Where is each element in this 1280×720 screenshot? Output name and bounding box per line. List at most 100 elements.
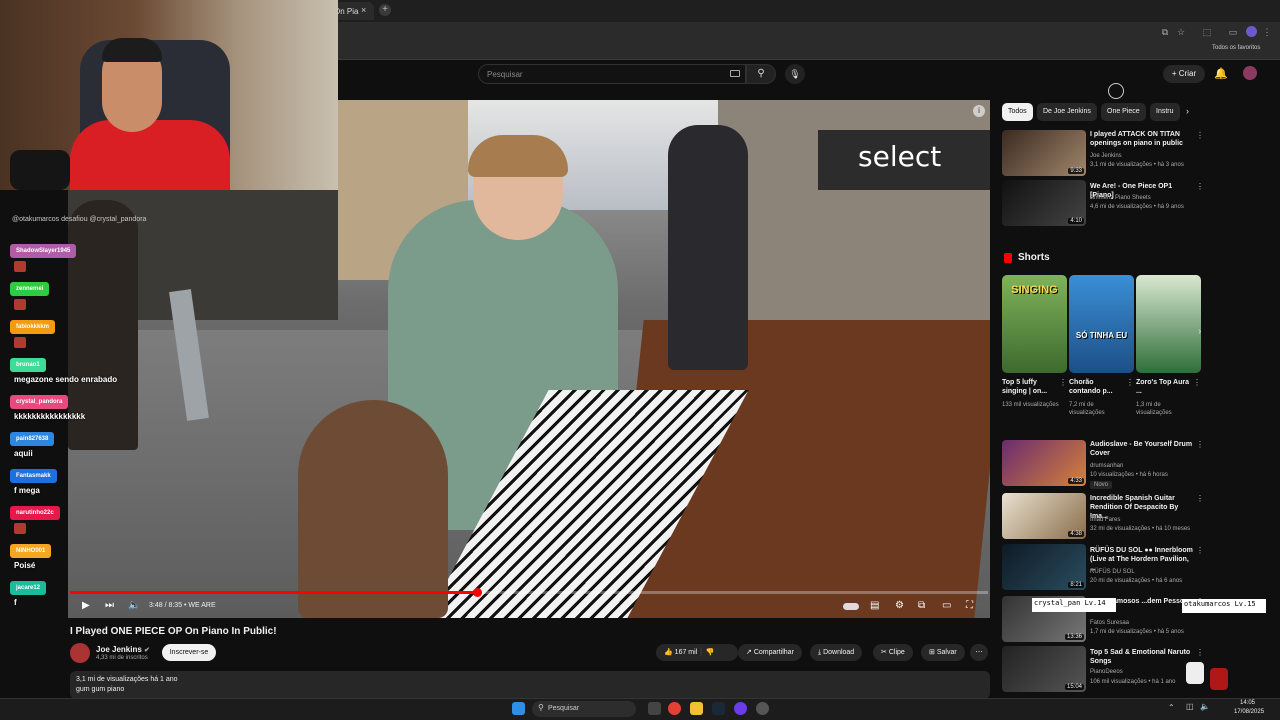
taskbar-search[interactable]: Pesquisar	[532, 701, 636, 717]
related-channel[interactable]: Animenz Piano Sheets	[1090, 194, 1200, 202]
chat-username[interactable]: jacare12	[10, 581, 47, 595]
chip-all[interactable]: Todos	[1002, 103, 1033, 121]
chat-username[interactable]: pain827638	[10, 432, 55, 446]
more-actions-button[interactable]: ⋯	[970, 644, 988, 661]
task-view-icon[interactable]	[648, 702, 661, 715]
related-thumbnail[interactable]: 9:33	[1002, 130, 1086, 176]
extensions-icon[interactable]: ⬚	[1202, 27, 1212, 37]
related-thumbnail[interactable]: 4:10	[1002, 180, 1086, 226]
more-vert-icon[interactable]: ⋮	[1059, 378, 1067, 387]
all-bookmarks-link[interactable]: Todos os favoritos	[1212, 45, 1260, 51]
autoplay-toggle[interactable]	[843, 603, 859, 610]
file-explorer-icon[interactable]	[690, 702, 703, 715]
speaker-icon[interactable]: 🔈	[1200, 702, 1210, 711]
more-vert-icon[interactable]: ⋮	[1193, 378, 1201, 387]
chat-username[interactable]: crystal_pandora	[10, 395, 69, 409]
next-video-icon[interactable]: ⏭	[105, 600, 114, 611]
short-title[interactable]: Chorão contando p...	[1069, 378, 1125, 396]
taskbar-clock[interactable]: 14:05	[1240, 700, 1255, 706]
chat-username[interactable]: narutinho22c	[10, 506, 60, 520]
related-title[interactable]: I played ATTACK ON TITAN openings on pia…	[1090, 130, 1194, 148]
cast-icon[interactable]: ⧉	[1160, 27, 1170, 37]
volume-icon[interactable]: 🔈	[128, 600, 140, 611]
related-channel[interactable]: drumsanhan	[1090, 462, 1200, 470]
chip-instrumental[interactable]: Instru	[1150, 103, 1180, 121]
related-title[interactable]: Audioslave - Be Yourself Drum Cover	[1090, 440, 1194, 458]
channel-avatar[interactable]	[70, 643, 90, 663]
more-vert-icon[interactable]: ⋮	[1196, 546, 1204, 555]
steam-icon[interactable]	[712, 702, 725, 715]
related-channel[interactable]: PianoDeeos	[1090, 668, 1200, 676]
close-tab-icon[interactable]: ×	[361, 5, 366, 15]
voice-search-button[interactable]: 🎙	[785, 64, 805, 84]
browser-profile-avatar[interactable]	[1246, 26, 1257, 37]
clip-button[interactable]: ✂ Clipe	[873, 644, 913, 661]
chevron-right-icon[interactable]: ›	[1186, 106, 1189, 116]
chat-username[interactable]: fabiokkkkm	[10, 320, 56, 334]
fullscreen-icon[interactable]: ⛶	[966, 600, 973, 611]
obs-icon[interactable]	[734, 702, 747, 715]
like-dislike-group[interactable]: 👍 167 mil │ 👎	[656, 644, 738, 661]
more-vert-icon[interactable]: ⋮	[1126, 378, 1134, 387]
short-thumbnail[interactable]: SINGING	[1002, 275, 1067, 373]
network-icon[interactable]: ◫	[1186, 702, 1194, 711]
play-icon[interactable]: ▶	[82, 600, 90, 611]
info-icon[interactable]: i	[973, 105, 985, 117]
short-title[interactable]: Zoro's Top Aura ...	[1136, 378, 1192, 396]
chat-username[interactable]: brunao1	[10, 358, 46, 372]
create-button[interactable]: + Criar	[1163, 65, 1205, 83]
more-vert-icon[interactable]: ⋮	[1196, 494, 1204, 503]
description-box[interactable]	[70, 671, 990, 699]
related-thumbnail[interactable]: 4:33	[1002, 440, 1086, 486]
related-title[interactable]: Top 5 Sad & Emotional Naruto Songs	[1090, 648, 1194, 666]
related-thumbnail[interactable]: 4:38	[1002, 493, 1086, 539]
miniplayer-icon[interactable]: ⧉	[918, 600, 925, 611]
subscribe-button[interactable]: Inscrever-se	[162, 644, 216, 661]
windows-start-icon[interactable]	[512, 702, 525, 715]
chip-one-piece[interactable]: One Piece	[1101, 103, 1146, 121]
thumbs-down-icon[interactable]: 👎	[706, 649, 715, 656]
more-vert-icon[interactable]: ⋮	[1196, 182, 1204, 191]
settings-gear-icon[interactable]: ⚙	[895, 600, 904, 611]
more-vert-icon[interactable]: ⋮	[1196, 648, 1204, 657]
chat-username[interactable]: NINHO001	[10, 544, 52, 558]
notifications-bell-icon[interactable]: 🔔	[1214, 67, 1228, 80]
short-title[interactable]: Top 5 luffy singing | on...	[1002, 378, 1058, 396]
search-button[interactable]: ⚲	[746, 64, 776, 84]
related-channel[interactable]: Imad Fares	[1090, 516, 1200, 524]
taskbar-date[interactable]: 17/08/2025	[1234, 709, 1264, 715]
browser-menu-icon[interactable]: ⋮	[1262, 27, 1272, 37]
related-channel[interactable]: Fatos Suresaa	[1090, 619, 1200, 627]
new-tab-button[interactable]: +	[379, 4, 391, 16]
chip-from-joe-jenkins[interactable]: De Joe Jenkins	[1037, 103, 1097, 121]
chat-username[interactable]: ShadowSlayer1945	[10, 244, 77, 258]
tray-chevron-icon[interactable]: ⌃	[1168, 703, 1175, 712]
app-icon[interactable]	[756, 702, 769, 715]
related-thumbnail[interactable]: 15:04	[1002, 646, 1086, 692]
star-icon[interactable]: ☆	[1176, 27, 1186, 37]
share-button[interactable]: ↗ Compartilhar	[738, 644, 802, 661]
related-channel[interactable]: Joe Jenkins	[1090, 152, 1200, 160]
subtitles-icon[interactable]: ▤	[870, 600, 879, 611]
search-input[interactable]: Pesquisar	[478, 64, 746, 84]
video-progress-bar[interactable]	[70, 588, 988, 597]
short-thumbnail[interactable]: SÓ TINHA EU	[1069, 275, 1134, 373]
shorts-next-chevron-icon[interactable]: ›	[1198, 326, 1201, 337]
related-thumbnail[interactable]: 8:21	[1002, 544, 1086, 590]
progress-scrubber-handle[interactable]	[472, 588, 482, 597]
channel-name[interactable]: Joe Jenkins ✔	[96, 645, 150, 654]
download-button[interactable]: ⤓ Download	[810, 644, 863, 661]
related-channel[interactable]: RÜFÜS DU SOL	[1090, 568, 1200, 576]
save-button[interactable]: ⊞ Salvar	[921, 644, 965, 661]
sidepanel-icon[interactable]: ▭	[1228, 27, 1238, 37]
chat-username[interactable]: Fantasmakk	[10, 469, 57, 483]
keyboard-icon[interactable]	[730, 70, 740, 77]
short-thumbnail[interactable]	[1136, 275, 1201, 373]
chrome-icon[interactable]	[668, 702, 681, 715]
chat-username[interactable]: zennemei	[10, 282, 50, 296]
theater-mode-icon[interactable]: ▭	[942, 600, 951, 611]
account-avatar[interactable]	[1243, 66, 1257, 80]
more-vert-icon[interactable]: ⋮	[1196, 440, 1204, 449]
thumbs-up-icon[interactable]: 👍	[664, 649, 673, 656]
more-vert-icon[interactable]: ⋮	[1196, 131, 1204, 140]
